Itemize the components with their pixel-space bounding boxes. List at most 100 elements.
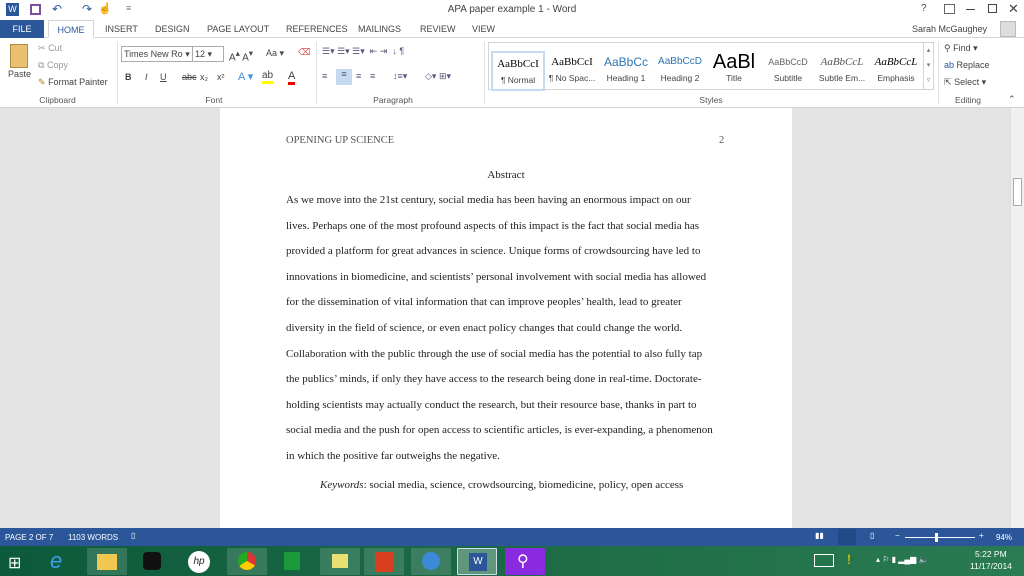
style-no-spacing[interactable]: AaBbCcI ¶ No Spac... xyxy=(545,51,599,91)
tab-page-layout[interactable]: PAGE LAYOUT xyxy=(207,20,269,38)
word-count[interactable]: 1103 WORDS xyxy=(68,533,118,542)
scroll-thumb[interactable] xyxy=(1013,178,1022,206)
restore-button[interactable] xyxy=(988,4,997,13)
internet-explorer-icon[interactable]: e xyxy=(50,548,62,574)
style-normal[interactable]: AaBbCcI ¶ Normal xyxy=(491,51,545,91)
style-name: Heading 1 xyxy=(606,73,646,83)
justify-icon[interactable]: ≡ xyxy=(370,71,375,81)
cut-button[interactable]: ✂ Cut xyxy=(38,43,62,54)
paste-icon[interactable] xyxy=(10,44,28,68)
avatar[interactable] xyxy=(1000,21,1016,37)
alert-icon[interactable]: ! xyxy=(847,551,851,567)
style-title[interactable]: AaBl Title xyxy=(707,51,761,91)
line-spacing-icon[interactable]: ↕≡▾ xyxy=(393,71,407,82)
style-name: Heading 2 xyxy=(660,73,700,83)
close-button[interactable]: ✕ xyxy=(1008,1,1019,17)
shading-icon[interactable]: ◇▾ ⊞▾ xyxy=(425,71,451,82)
read-mode-icon[interactable]: ▮▮ xyxy=(815,531,824,540)
tab-design[interactable]: DESIGN xyxy=(155,20,190,38)
abstract-line: the publics’ minds, if only they have ac… xyxy=(286,373,702,386)
style-heading-2[interactable]: AaBbCcD Heading 2 xyxy=(653,51,707,91)
print-layout-icon[interactable] xyxy=(838,529,856,545)
tab-mailings[interactable]: MAILINGS xyxy=(358,20,401,38)
grow-font-button[interactable]: A▴ A▾ xyxy=(229,48,253,63)
help-button[interactable]: ? xyxy=(921,3,927,14)
align-left-icon[interactable]: ≡ xyxy=(322,71,327,81)
ribbon: Paste ✂ Cut ⧉ Copy ✎ Format Painter Clip… xyxy=(0,38,1024,108)
clock-time[interactable]: 5:22 PM xyxy=(975,549,1007,559)
style-subtle-emphasis[interactable]: AaBbCcL Subtle Em... xyxy=(815,51,869,91)
clear-format-icon[interactable]: ⌫ xyxy=(298,47,311,58)
web-layout-icon[interactable]: ▯ xyxy=(870,531,874,540)
ribbon-display-icon[interactable] xyxy=(944,4,955,14)
subscript-button[interactable]: x₂ xyxy=(200,72,208,82)
search-app-icon[interactable]: ⚲ xyxy=(505,548,545,575)
superscript-button[interactable]: x² xyxy=(217,72,225,82)
styles-scroll[interactable]: ▴ ▾ ▿ xyxy=(923,43,933,89)
keyboard-icon[interactable] xyxy=(814,554,834,567)
tray-icons[interactable]: ▴ ⚐ ▮ ▂▄▆ 🔈 xyxy=(876,555,928,564)
bullets-icon[interactable]: ☰▾ ☰▾ ☰▾ ⇤ ⇥ ↓ ¶ xyxy=(322,46,404,57)
itunes-icon[interactable] xyxy=(411,548,451,575)
tab-view[interactable]: VIEW xyxy=(472,20,495,38)
page-count[interactable]: PAGE 2 OF 7 xyxy=(5,533,53,542)
clock-date[interactable]: 11/17/2014 xyxy=(970,561,1012,571)
bold-button[interactable]: B xyxy=(125,72,132,82)
align-right-icon[interactable]: ≡ xyxy=(356,71,361,81)
store-icon[interactable] xyxy=(284,552,300,570)
find-label: Find xyxy=(953,43,971,53)
copy-button[interactable]: ⧉ Copy xyxy=(38,60,68,71)
styles-group-label: Styles xyxy=(699,95,723,105)
font-name-select[interactable]: Times New Ro ▾ xyxy=(121,46,193,62)
tab-references[interactable]: REFERENCES xyxy=(286,20,348,38)
change-case-button[interactable]: Aa ▾ xyxy=(266,48,284,59)
underline-button[interactable]: U xyxy=(160,72,167,82)
zoom-slider[interactable] xyxy=(905,537,975,538)
text-effects-icon[interactable]: A ▾ xyxy=(238,70,253,83)
format-painter-button[interactable]: ✎ Format Painter xyxy=(38,77,108,88)
style-heading-1[interactable]: AaBbCc Heading 1 xyxy=(599,51,653,91)
minimize-button[interactable] xyxy=(966,9,975,10)
vertical-scrollbar[interactable] xyxy=(1010,108,1024,528)
paragraph-group-label: Paragraph xyxy=(373,95,413,105)
tab-review[interactable]: REVIEW xyxy=(420,20,456,38)
replace-button[interactable]: ab Replace xyxy=(944,60,990,70)
collapse-ribbon-icon[interactable]: ⌃ xyxy=(1008,94,1016,105)
zoom-out-button[interactable]: − xyxy=(895,531,900,540)
file-explorer-icon[interactable] xyxy=(87,548,127,575)
sticky-notes-icon[interactable] xyxy=(320,548,360,575)
hp-icon[interactable]: hp xyxy=(188,551,210,573)
user-name[interactable]: Sarah McGaughey xyxy=(912,20,987,38)
style-emphasis[interactable]: AaBbCcL Emphasis xyxy=(869,51,923,91)
tab-file[interactable]: FILE xyxy=(0,20,44,38)
chrome-icon[interactable] xyxy=(227,548,267,575)
select-button[interactable]: ⇱ Select ▾ xyxy=(944,77,986,88)
webcam-icon[interactable] xyxy=(143,552,161,570)
zoom-in-button[interactable]: + xyxy=(979,531,984,540)
style-name: Title xyxy=(726,73,742,83)
word-taskbar-icon[interactable]: W xyxy=(457,548,497,575)
show-marks-button[interactable]: ¶ xyxy=(399,46,404,56)
proofing-icon[interactable]: ▯ xyxy=(131,531,135,540)
paste-button[interactable]: Paste xyxy=(8,69,31,79)
find-button[interactable]: ⚲ Find ▾ xyxy=(944,43,978,54)
align-center-icon[interactable]: ≡ xyxy=(336,69,352,85)
tab-home[interactable]: HOME xyxy=(48,20,94,38)
strikethrough-button[interactable]: abc xyxy=(182,72,197,82)
zoom-slider-thumb[interactable] xyxy=(935,533,938,542)
highlight-icon[interactable]: ab xyxy=(262,70,274,84)
italic-button[interactable]: I xyxy=(145,72,148,82)
acrobat-icon[interactable] xyxy=(364,548,404,575)
font-color-icon[interactable]: A xyxy=(288,70,296,85)
tab-insert[interactable]: INSERT xyxy=(105,20,138,38)
document-page[interactable]: OPENING UP SCIENCE 2 Abstract As we move… xyxy=(220,108,792,528)
font-size-select[interactable]: 12 ▾ xyxy=(192,46,224,62)
abstract-line: social media and the push for open acces… xyxy=(286,424,713,437)
start-icon[interactable]: ⊞ xyxy=(8,553,21,573)
style-subtitle[interactable]: AaBbCcD Subtitle xyxy=(761,51,815,91)
zoom-level[interactable]: 94% xyxy=(996,533,1012,542)
style-preview: AaBbCcL xyxy=(820,56,864,68)
abstract-line: holding scientists may actually conduct … xyxy=(286,398,697,411)
keywords-line: Keywords: social media, science, crowdso… xyxy=(320,479,683,491)
format-painter-label: Format Painter xyxy=(48,77,108,87)
